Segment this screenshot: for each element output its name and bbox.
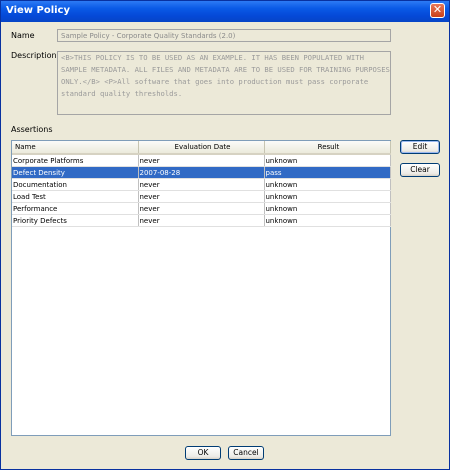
description-label: Description xyxy=(11,51,57,60)
cell-result: pass xyxy=(264,166,391,179)
cell-date: never xyxy=(138,154,265,167)
cell-name: Defect Density xyxy=(12,166,139,179)
cell-result: unknown xyxy=(264,178,391,191)
column-header-evaluation-date[interactable]: Evaluation Date xyxy=(138,141,265,155)
cell-date: never xyxy=(138,190,265,203)
cell-name: Load Test xyxy=(12,190,139,203)
window-title: View Policy xyxy=(6,5,70,16)
ok-button[interactable]: OK xyxy=(185,446,221,460)
table-row[interactable]: Performance never unknown xyxy=(12,202,391,215)
cell-result: unknown xyxy=(264,214,391,227)
name-field: Sample Policy - Corporate Quality Standa… xyxy=(57,29,391,42)
name-label: Name xyxy=(11,31,35,40)
cell-name: Performance xyxy=(12,202,139,215)
clear-button[interactable]: Clear xyxy=(400,163,440,177)
table-row[interactable]: Priority Defects never unknown xyxy=(12,214,391,227)
cell-result: unknown xyxy=(264,190,391,203)
cell-result: unknown xyxy=(264,154,391,167)
table-row[interactable]: Defect Density 2007-08-28 pass xyxy=(12,166,391,179)
cell-name: Documentation xyxy=(12,178,139,191)
table-row[interactable]: Corporate Platforms never unknown xyxy=(12,154,391,167)
cancel-button[interactable]: Cancel xyxy=(228,446,264,460)
close-icon[interactable]: ✕ xyxy=(430,3,445,18)
assertions-label: Assertions xyxy=(11,125,53,134)
cell-date: 2007-08-28 xyxy=(138,166,265,179)
view-policy-dialog: View Policy ✕ Name Sample Policy - Corpo… xyxy=(0,0,450,470)
table-row[interactable]: Documentation never unknown xyxy=(12,178,391,191)
cell-result: unknown xyxy=(264,202,391,215)
cell-name: Priority Defects xyxy=(12,214,139,227)
column-header-name[interactable]: Name xyxy=(12,141,139,155)
cell-name: Corporate Platforms xyxy=(12,154,139,167)
description-field: <B>THIS POLICY IS TO BE USED AS AN EXAMP… xyxy=(57,51,391,115)
assertions-table[interactable]: Name Evaluation Date Result Corporate Pl… xyxy=(11,140,391,436)
cell-date: never xyxy=(138,178,265,191)
column-header-result[interactable]: Result xyxy=(264,141,391,155)
title-bar[interactable]: View Policy ✕ xyxy=(1,1,449,22)
edit-button[interactable]: Edit xyxy=(400,140,440,154)
table-header-row: Name Evaluation Date Result xyxy=(12,141,391,155)
cell-date: never xyxy=(138,202,265,215)
table-row[interactable]: Load Test never unknown xyxy=(12,190,391,203)
cell-date: never xyxy=(138,214,265,227)
